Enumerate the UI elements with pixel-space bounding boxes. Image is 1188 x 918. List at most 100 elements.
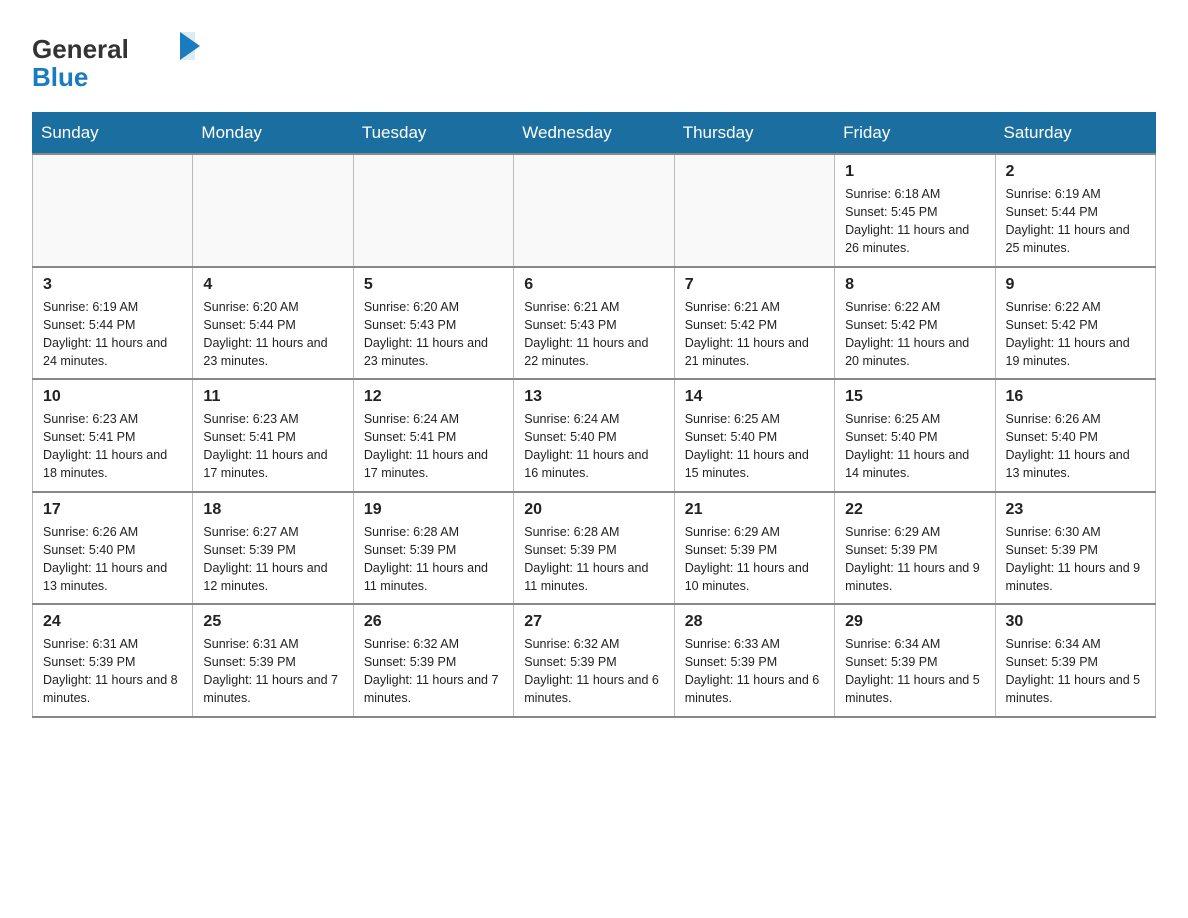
day-info: Sunrise: 6:28 AMSunset: 5:39 PMDaylight:… (524, 523, 663, 596)
calendar-cell: 15Sunrise: 6:25 AMSunset: 5:40 PMDayligh… (835, 379, 995, 492)
calendar-cell: 24 Sunrise: 6:31 AMSunset: 5:39 PMDayligh… (33, 604, 193, 717)
day-info: Sunrise: 6:25 AMSunset: 5:40 PMDaylight:… (685, 410, 824, 483)
day-number: 24 (43, 613, 182, 631)
calendar-cell: 6 Sunrise: 6:21 AMSunset: 5:43 PMDaylight… (514, 267, 674, 380)
day-info: Sunrise: 6:32 AMSunset: 5:39 PMDaylight:… (524, 635, 663, 708)
calendar-cell: 22 Sunrise: 6:29 AMSunset: 5:39 PMDayligh… (835, 492, 995, 605)
calendar-week-row: 3 Sunrise: 6:19 AMSunset: 5:44 PMDaylight… (33, 267, 1156, 380)
calendar-cell: 9 Sunrise: 6:22 AMSunset: 5:42 PMDaylight… (995, 267, 1155, 380)
day-number: 18 (203, 501, 342, 519)
calendar-cell: 30Sunrise: 6:34 AMSunset: 5:39 PMDayligh… (995, 604, 1155, 717)
day-info: Sunrise: 6:30 AMSunset: 5:39 PMDaylight:… (1006, 523, 1145, 596)
calendar-cell: 8Sunrise: 6:22 AMSunset: 5:42 PMDaylight… (835, 267, 995, 380)
calendar-cell (674, 154, 834, 267)
calendar-cell (193, 154, 353, 267)
day-info: Sunrise: 6:23 AMSunset: 5:41 PMDaylight:… (43, 410, 182, 483)
calendar-cell: 11 Sunrise: 6:23 AMSunset: 5:41 PMDayligh… (193, 379, 353, 492)
day-number: 20 (524, 501, 663, 519)
calendar-cell: 18 Sunrise: 6:27 AMSunset: 5:39 PMDayligh… (193, 492, 353, 605)
day-number: 27 (524, 613, 663, 631)
calendar-cell: 4Sunrise: 6:20 AMSunset: 5:44 PMDaylight… (193, 267, 353, 380)
day-info: Sunrise: 6:21 AMSunset: 5:43 PMDaylight:… (524, 298, 663, 371)
weekday-header-row: SundayMondayTuesdayWednesdayThursdayFrid… (33, 113, 1156, 155)
day-number: 28 (685, 613, 824, 631)
day-number: 30 (1006, 613, 1145, 631)
calendar-cell: 14 Sunrise: 6:25 AMSunset: 5:40 PMDayligh… (674, 379, 834, 492)
svg-text:General: General (32, 34, 129, 64)
day-number: 25 (203, 613, 342, 631)
day-info: Sunrise: 6:31 AMSunset: 5:39 PMDaylight:… (43, 635, 182, 708)
logo: General Blue (32, 24, 212, 94)
day-number: 16 (1006, 388, 1145, 406)
calendar-cell: 13Sunrise: 6:24 AMSunset: 5:40 PMDayligh… (514, 379, 674, 492)
day-info: Sunrise: 6:21 AMSunset: 5:42 PMDaylight:… (685, 298, 824, 371)
calendar-cell: 23 Sunrise: 6:30 AMSunset: 5:39 PMDayligh… (995, 492, 1155, 605)
calendar-table: SundayMondayTuesdayWednesdayThursdayFrid… (32, 112, 1156, 718)
calendar-cell (33, 154, 193, 267)
day-number: 23 (1006, 501, 1145, 519)
day-info: Sunrise: 6:19 AMSunset: 5:44 PMDaylight:… (43, 298, 182, 371)
day-number: 29 (845, 613, 984, 631)
day-info: Sunrise: 6:20 AMSunset: 5:43 PMDaylight:… (364, 298, 503, 371)
calendar-cell: 7Sunrise: 6:21 AMSunset: 5:42 PMDaylight… (674, 267, 834, 380)
day-info: Sunrise: 6:24 AMSunset: 5:41 PMDaylight:… (364, 410, 503, 483)
day-info: Sunrise: 6:22 AMSunset: 5:42 PMDaylight:… (1006, 298, 1145, 371)
calendar-cell (514, 154, 674, 267)
day-number: 19 (364, 501, 503, 519)
day-number: 6 (524, 276, 663, 294)
calendar-cell: 12 Sunrise: 6:24 AMSunset: 5:41 PMDayligh… (353, 379, 513, 492)
day-info: Sunrise: 6:18 AMSunset: 5:45 PMDaylight:… (845, 185, 984, 258)
day-number: 12 (364, 388, 503, 406)
day-number: 5 (364, 276, 503, 294)
calendar-cell: 5 Sunrise: 6:20 AMSunset: 5:43 PMDaylight… (353, 267, 513, 380)
calendar-cell: 29 Sunrise: 6:34 AMSunset: 5:39 PMDayligh… (835, 604, 995, 717)
day-info: Sunrise: 6:23 AMSunset: 5:41 PMDaylight:… (203, 410, 342, 483)
svg-text:Blue: Blue (32, 62, 88, 92)
calendar-cell: 26 Sunrise: 6:32 AMSunset: 5:39 PMDayligh… (353, 604, 513, 717)
page-header: General Blue (32, 24, 1156, 94)
day-number: 11 (203, 388, 342, 406)
day-number: 22 (845, 501, 984, 519)
calendar-cell: 3 Sunrise: 6:19 AMSunset: 5:44 PMDaylight… (33, 267, 193, 380)
day-number: 1 (845, 163, 984, 181)
calendar-cell: 17Sunrise: 6:26 AMSunset: 5:40 PMDayligh… (33, 492, 193, 605)
calendar-week-row: 10 Sunrise: 6:23 AMSunset: 5:41 PMDayligh… (33, 379, 1156, 492)
calendar-week-row: 17Sunrise: 6:26 AMSunset: 5:40 PMDayligh… (33, 492, 1156, 605)
day-info: Sunrise: 6:32 AMSunset: 5:39 PMDaylight:… (364, 635, 503, 708)
calendar-week-row: 24 Sunrise: 6:31 AMSunset: 5:39 PMDayligh… (33, 604, 1156, 717)
weekday-header-tuesday: Tuesday (353, 113, 513, 155)
day-info: Sunrise: 6:34 AMSunset: 5:39 PMDaylight:… (845, 635, 984, 708)
logo-image: General Blue (32, 24, 212, 94)
calendar-cell: 19 Sunrise: 6:28 AMSunset: 5:39 PMDayligh… (353, 492, 513, 605)
day-info: Sunrise: 6:29 AMSunset: 5:39 PMDaylight:… (685, 523, 824, 596)
calendar-cell: 21Sunrise: 6:29 AMSunset: 5:39 PMDayligh… (674, 492, 834, 605)
day-number: 17 (43, 501, 182, 519)
calendar-cell: 16 Sunrise: 6:26 AMSunset: 5:40 PMDayligh… (995, 379, 1155, 492)
day-info: Sunrise: 6:27 AMSunset: 5:39 PMDaylight:… (203, 523, 342, 596)
day-info: Sunrise: 6:29 AMSunset: 5:39 PMDaylight:… (845, 523, 984, 596)
day-info: Sunrise: 6:28 AMSunset: 5:39 PMDaylight:… (364, 523, 503, 596)
weekday-header-wednesday: Wednesday (514, 113, 674, 155)
day-number: 14 (685, 388, 824, 406)
day-number: 10 (43, 388, 182, 406)
day-number: 9 (1006, 276, 1145, 294)
day-info: Sunrise: 6:26 AMSunset: 5:40 PMDaylight:… (1006, 410, 1145, 483)
weekday-header-monday: Monday (193, 113, 353, 155)
day-info: Sunrise: 6:31 AMSunset: 5:39 PMDaylight:… (203, 635, 342, 708)
weekday-header-saturday: Saturday (995, 113, 1155, 155)
calendar-cell: 2Sunrise: 6:19 AMSunset: 5:44 PMDaylight… (995, 154, 1155, 267)
calendar-cell: 27 Sunrise: 6:32 AMSunset: 5:39 PMDayligh… (514, 604, 674, 717)
weekday-header-sunday: Sunday (33, 113, 193, 155)
weekday-header-friday: Friday (835, 113, 995, 155)
day-info: Sunrise: 6:19 AMSunset: 5:44 PMDaylight:… (1006, 185, 1145, 258)
day-info: Sunrise: 6:33 AMSunset: 5:39 PMDaylight:… (685, 635, 824, 708)
day-info: Sunrise: 6:25 AMSunset: 5:40 PMDaylight:… (845, 410, 984, 483)
calendar-cell: 25 Sunrise: 6:31 AMSunset: 5:39 PMDayligh… (193, 604, 353, 717)
day-info: Sunrise: 6:20 AMSunset: 5:44 PMDaylight:… (203, 298, 342, 371)
day-number: 8 (845, 276, 984, 294)
day-number: 3 (43, 276, 182, 294)
calendar-cell (353, 154, 513, 267)
day-number: 26 (364, 613, 503, 631)
day-info: Sunrise: 6:24 AMSunset: 5:40 PMDaylight:… (524, 410, 663, 483)
calendar-week-row: 1 Sunrise: 6:18 AMSunset: 5:45 PMDaylight… (33, 154, 1156, 267)
